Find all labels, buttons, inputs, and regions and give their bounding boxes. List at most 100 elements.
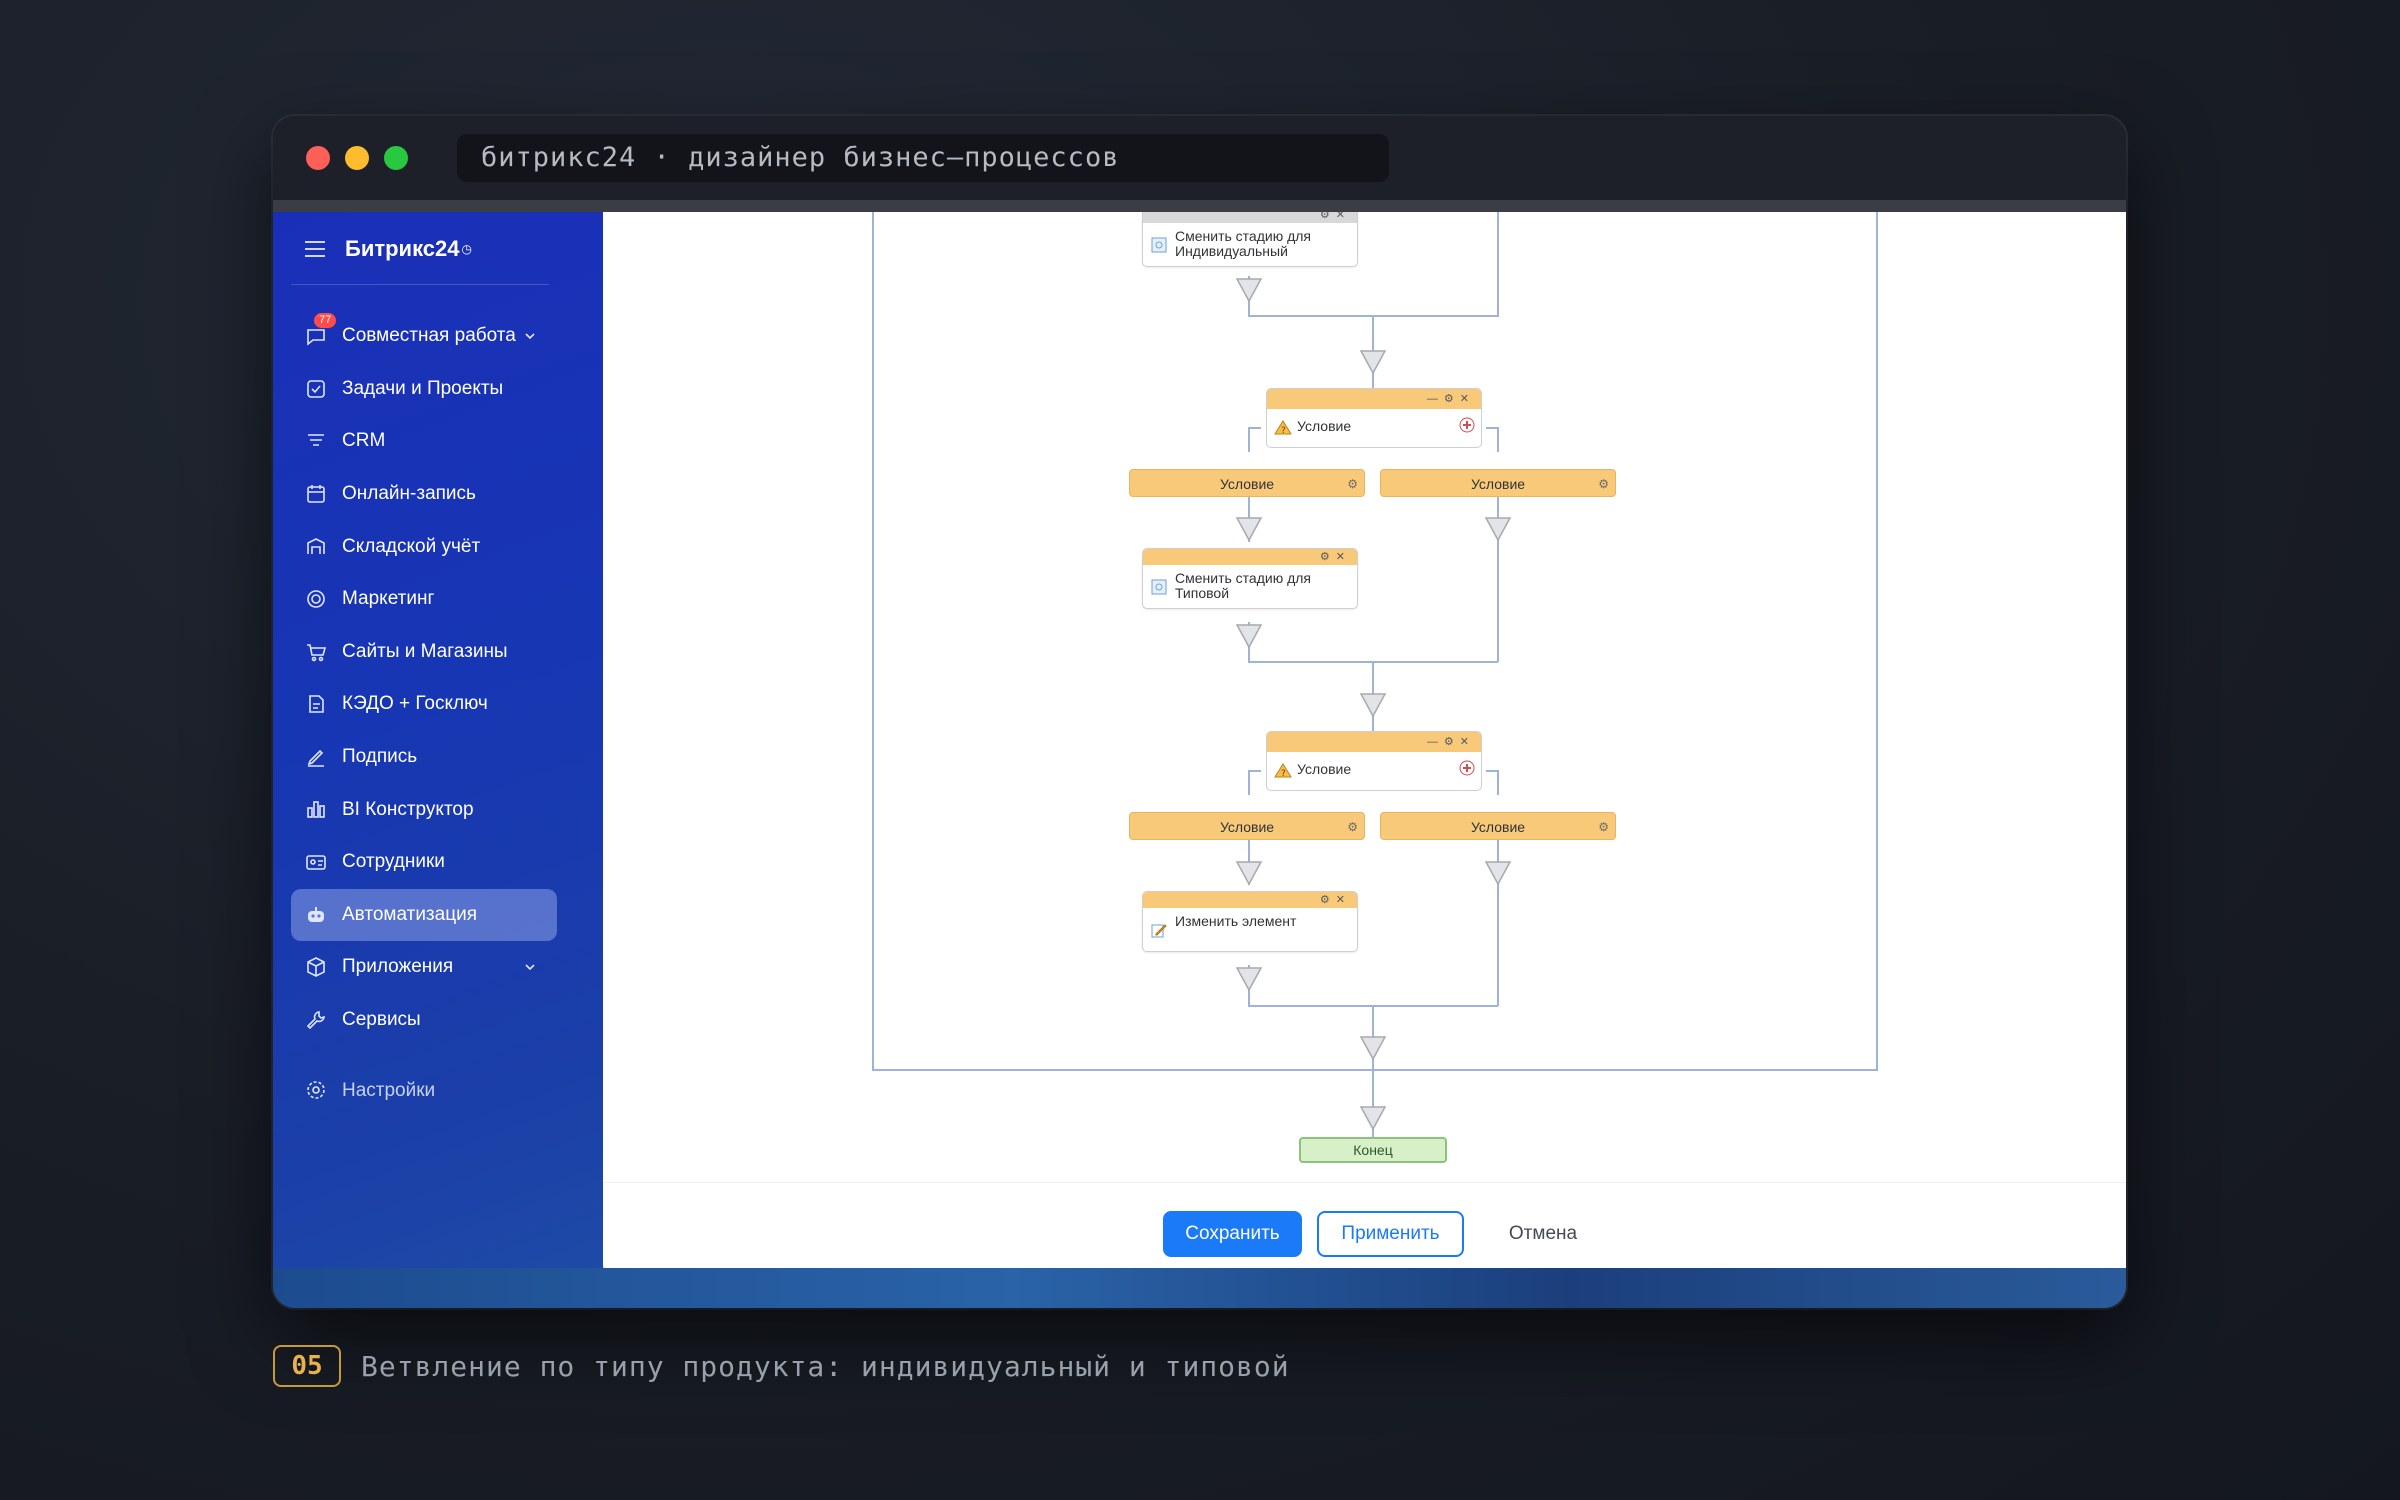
notification-badge: 77 — [314, 313, 337, 328]
gear-icon[interactable]: ⚙ — [1598, 813, 1609, 841]
warehouse-icon — [305, 535, 327, 557]
sidebar-item-label: CRM — [342, 430, 386, 452]
logo[interactable]: Битрикс24 — [345, 236, 460, 262]
target-icon — [305, 588, 327, 610]
filter-icon — [305, 430, 327, 452]
chat-icon — [305, 325, 327, 347]
apply-button[interactable]: Применить — [1317, 1211, 1464, 1257]
save-button[interactable]: Сохранить — [1163, 1211, 1302, 1257]
sidebar-item-label: КЭДО + Госключ — [342, 693, 488, 715]
sidebar-divider — [291, 284, 549, 285]
pen-icon — [305, 746, 327, 768]
block-tools[interactable]: ⚙✕ — [1320, 549, 1351, 565]
title-bar: битрикс24 · дизайнер бизнес–процессов — [273, 116, 2126, 200]
sidebar-item-label: Сервисы — [342, 1009, 421, 1031]
workflow-canvas[interactable]: ⚙✕ Сменить стадию для Индивидуальный —⚙✕… — [603, 212, 2126, 1182]
chevron-down-icon[interactable] — [523, 958, 537, 972]
bar-chart-icon — [305, 798, 327, 820]
svg-text:?: ? — [1281, 426, 1286, 436]
close-window-button[interactable] — [306, 146, 330, 170]
branch-left-2[interactable]: Условие ⚙ — [1129, 812, 1365, 840]
activity-block-individual[interactable]: ⚙✕ Сменить стадию для Индивидуальный — [1142, 212, 1358, 267]
condition-title: Условие — [1297, 418, 1352, 434]
app-area: Битрикс24 ◷ 77 Совместная работа Задачи … — [273, 212, 2126, 1308]
sidebar-item-label: Совместная работа — [342, 325, 516, 347]
activity-title: Сменить стадию для Индивидуальный — [1175, 228, 1312, 259]
activity-title: Изменить элемент — [1175, 913, 1297, 929]
sidebar: Битрикс24 ◷ 77 Совместная работа Задачи … — [273, 212, 575, 1308]
gear-icon — [305, 1079, 327, 1101]
branch-label: Условие — [1219, 819, 1275, 835]
activity-block-typical[interactable]: ⚙✕ Сменить стадию для Типовой — [1142, 548, 1358, 609]
block-tools[interactable]: —⚙✕ — [1427, 389, 1475, 409]
gear-icon[interactable]: ⚙ — [1347, 813, 1358, 841]
clock-icon: ◷ — [461, 242, 472, 256]
branch-right-2[interactable]: Условие ⚙ — [1380, 812, 1616, 840]
designer-panel: ⚙✕ Сменить стадию для Индивидуальный —⚙✕… — [603, 212, 2126, 1279]
window-title: битрикс24 · дизайнер бизнес–процессов — [457, 134, 1389, 182]
edit-icon — [1151, 922, 1167, 938]
sidebar-item-signature[interactable]: Подпись — [273, 731, 575, 784]
sidebar-item-booking[interactable]: Онлайн-запись — [273, 468, 575, 521]
sidebar-item-services[interactable]: Сервисы — [273, 994, 575, 1047]
menu-icon[interactable] — [305, 241, 325, 257]
sidebar-item-sites[interactable]: Сайты и Магазины — [273, 626, 575, 679]
sidebar-item-apps[interactable]: Приложения — [273, 941, 575, 994]
workflow-connectors — [872, 212, 1878, 1137]
cube-icon — [305, 956, 327, 978]
block-tools[interactable]: —⚙✕ — [1427, 732, 1475, 752]
sidebar-item-label: Сайты и Магазины — [342, 640, 508, 662]
sidebar-item-label: Маркетинг — [342, 588, 435, 610]
branch-label: Условие — [1470, 819, 1526, 835]
stage-icon — [1151, 237, 1167, 253]
sidebar-item-label: Приложения — [342, 956, 454, 978]
block-tools[interactable]: ⚙✕ — [1320, 892, 1351, 908]
sidebar-nav: 77 Совместная работа Задачи и Проекты CR… — [273, 310, 575, 1117]
gear-icon[interactable]: ⚙ — [1347, 470, 1358, 498]
svg-text:?: ? — [1281, 769, 1286, 779]
sidebar-item-label: Автоматизация — [342, 903, 477, 925]
gear-icon[interactable]: ⚙ — [1598, 470, 1609, 498]
branch-label: Условие — [1470, 476, 1526, 492]
condition-icon: ? — [1273, 761, 1293, 781]
sidebar-item-label: Подпись — [342, 746, 418, 768]
sidebar-item-label: BI Конструктор — [342, 798, 474, 820]
sidebar-item-collaboration[interactable]: 77 Совместная работа — [273, 310, 575, 363]
sidebar-item-warehouse[interactable]: Складской учёт — [273, 520, 575, 573]
end-block[interactable]: Конец — [1299, 1137, 1447, 1163]
sidebar-item-automation[interactable]: Автоматизация — [291, 888, 557, 942]
maximize-window-button[interactable] — [384, 146, 408, 170]
activity-block-update-element[interactable]: ⚙✕ Изменить элемент — [1142, 891, 1358, 952]
sidebar-item-crm[interactable]: CRM — [273, 415, 575, 468]
caption-text: Ветвление по типу продукта: индивидуальн… — [361, 1349, 1290, 1383]
minimize-window-button[interactable] — [345, 146, 369, 170]
title-bar-divider — [273, 200, 2126, 212]
id-card-icon — [305, 851, 327, 873]
chevron-down-icon[interactable] — [523, 327, 537, 341]
sidebar-item-label: Задачи и Проекты — [342, 377, 504, 399]
branch-left-1[interactable]: Условие ⚙ — [1129, 469, 1365, 497]
add-branch-icon[interactable] — [1459, 760, 1475, 776]
calendar-icon — [305, 483, 327, 505]
sidebar-item-settings[interactable]: Настройки — [273, 1064, 575, 1117]
slide-caption: 05 Ветвление по типу продукта: индивидуа… — [273, 1344, 1290, 1388]
block-tools[interactable]: ⚙✕ — [1320, 212, 1351, 223]
branch-right-1[interactable]: Условие ⚙ — [1380, 469, 1616, 497]
condition-icon: ? — [1273, 418, 1293, 438]
condition-block-2[interactable]: —⚙✕ ? Условие — [1266, 731, 1482, 791]
sidebar-item-bi[interactable]: BI Конструктор — [273, 783, 575, 836]
sidebar-item-label: Складской учёт — [342, 535, 481, 557]
sidebar-item-employees[interactable]: Сотрудники — [273, 836, 575, 889]
stage-icon — [1151, 579, 1167, 595]
sidebar-item-label: Настройки — [342, 1079, 436, 1101]
add-branch-icon[interactable] — [1459, 417, 1475, 433]
sidebar-item-kedo[interactable]: КЭДО + Госключ — [273, 678, 575, 731]
sidebar-item-tasks[interactable]: Задачи и Проекты — [273, 363, 575, 416]
sidebar-item-label: Сотрудники — [342, 851, 445, 873]
sidebar-item-marketing[interactable]: Маркетинг — [273, 573, 575, 626]
robot-icon — [305, 904, 327, 926]
condition-block-1[interactable]: —⚙✕ ? Условие — [1266, 388, 1482, 448]
branch-label: Условие — [1219, 476, 1275, 492]
cart-icon — [305, 641, 327, 663]
cancel-button[interactable]: Отмена — [1488, 1211, 1598, 1257]
